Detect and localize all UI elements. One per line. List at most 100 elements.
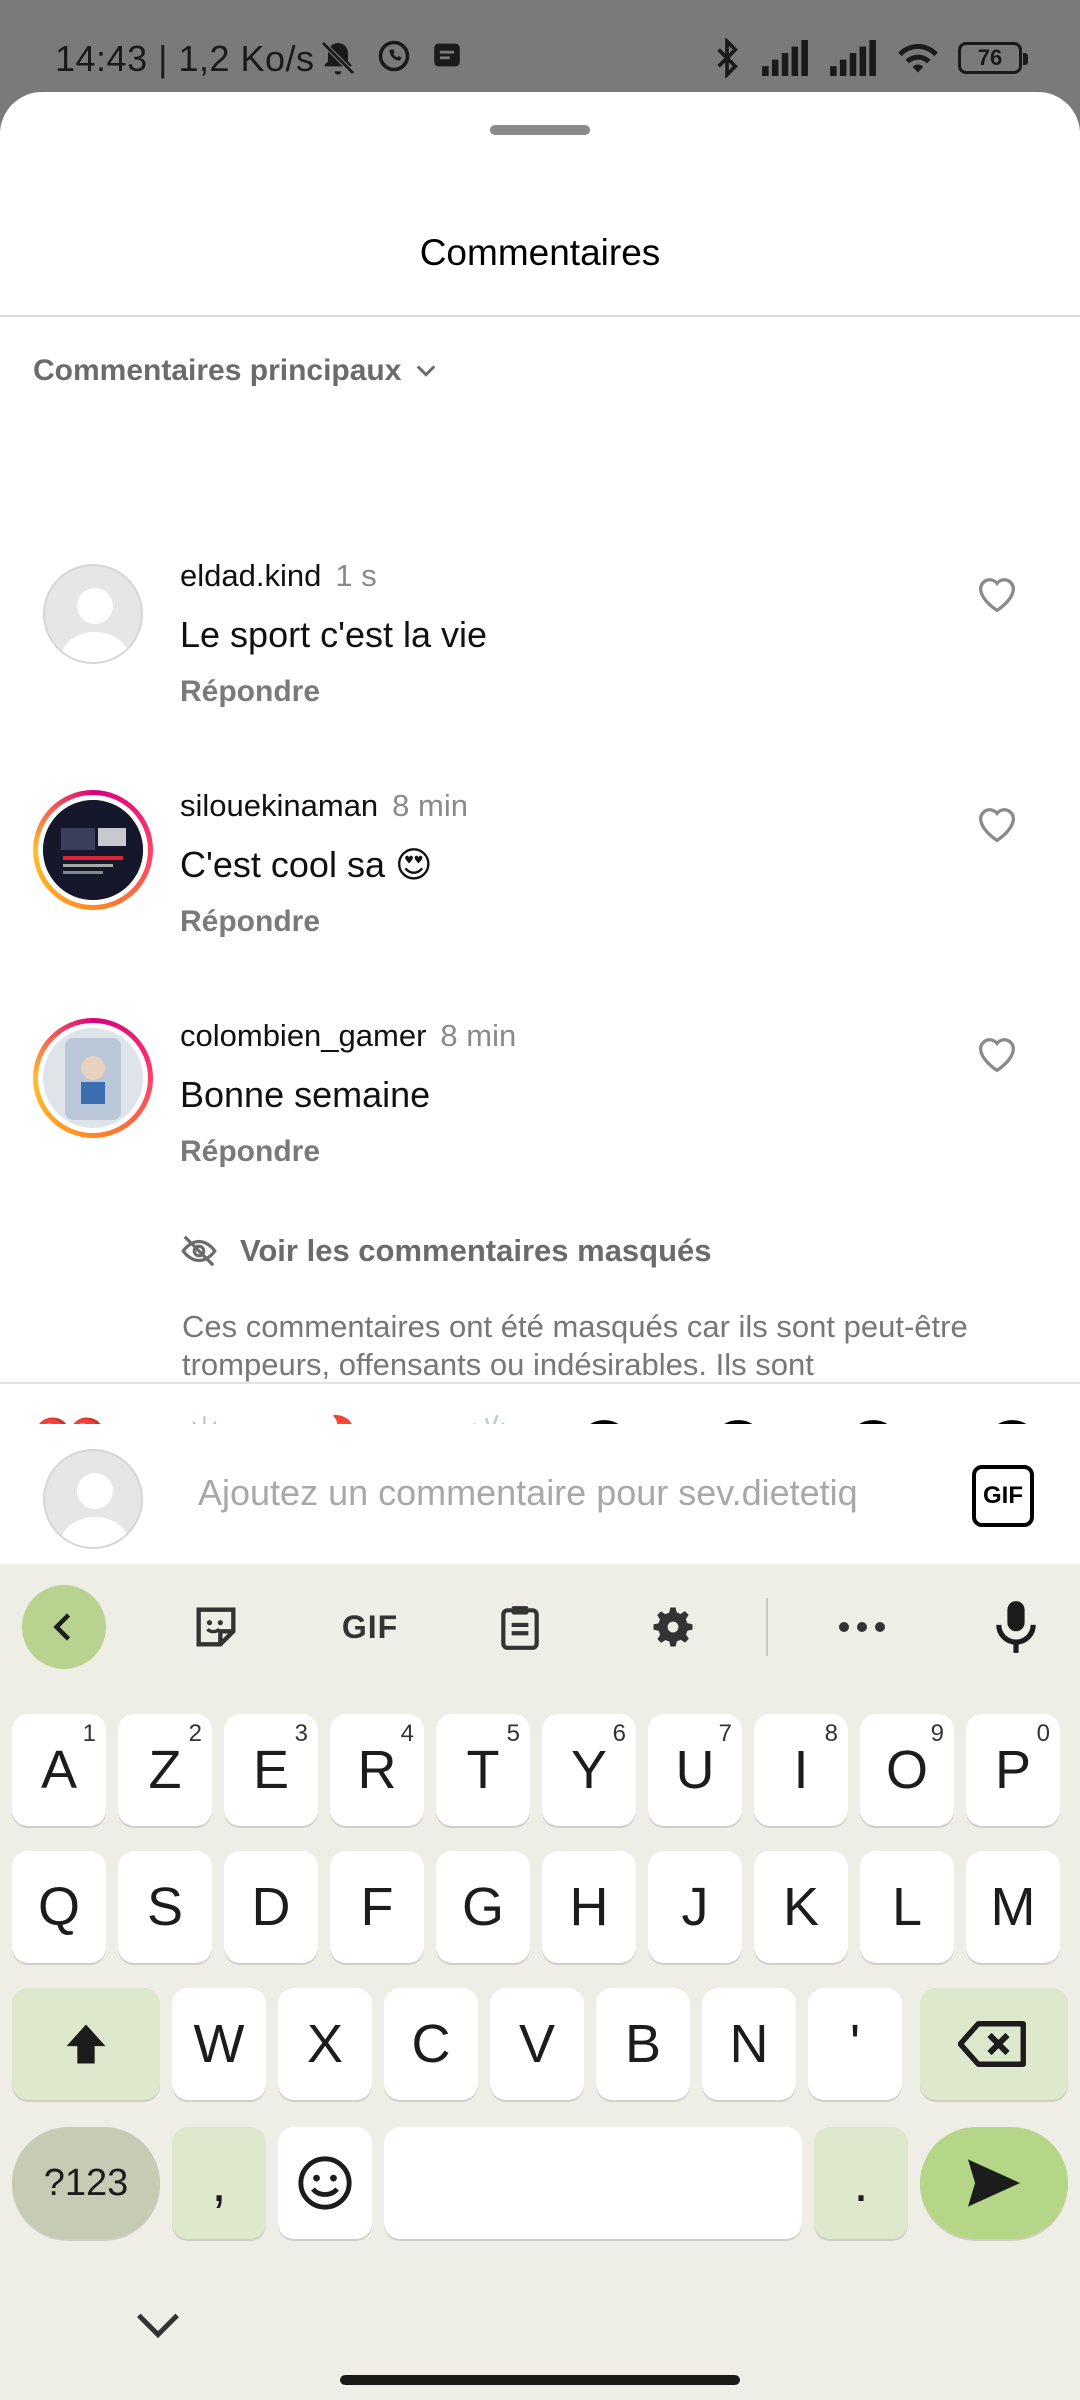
hide-keyboard-chevron-icon[interactable] [135,2310,181,2340]
key-e[interactable]: E3 [224,1714,318,1826]
avatar-image [43,800,143,900]
gear-icon [653,1607,693,1647]
avatar-image [43,1028,143,1128]
voice-input-button[interactable] [986,1594,1046,1660]
hidden-comments-label: Voir les commentaires masqués [240,1233,712,1268]
sort-dropdown[interactable]: Commentaires principaux [33,354,437,388]
sticker-button[interactable] [186,1594,246,1660]
comment-username[interactable]: eldad.kind [180,558,321,593]
key-k[interactable]: K [754,1851,848,1963]
key-m[interactable]: M [966,1851,1060,1963]
status-bar: 14:43 | 1,2 Ko/s 76 [0,0,1080,100]
clipboard-button[interactable] [490,1594,550,1660]
emoji-key[interactable] [278,2127,372,2239]
comment-time: 1 s [335,558,377,593]
eye-off-icon [181,1235,217,1267]
sheet-drag-handle[interactable] [490,125,590,135]
key-t[interactable]: T5 [436,1714,530,1826]
divider [0,315,1080,317]
avatar[interactable] [33,1018,153,1138]
key-z[interactable]: Z2 [118,1714,212,1826]
keyboard-toolbar: GIF [0,1564,1080,1690]
comments-sheet: Commentaires Commentaires principaux eld… [0,92,1080,1562]
hidden-comments-description: Ces commentaires ont été masqués car ils… [182,1309,968,1382]
key-apostrophe[interactable]: ' [808,1988,902,2100]
key-d[interactable]: D [224,1851,318,1963]
send-key[interactable] [920,2127,1068,2239]
key-q[interactable]: Q [12,1851,106,1963]
more-options-button[interactable] [832,1594,892,1660]
key-p[interactable]: P0 [966,1714,1060,1826]
period-key[interactable]: . [814,2127,908,2239]
comment-time: 8 min [440,1018,517,1053]
key-o[interactable]: O9 [860,1714,954,1826]
comment-username[interactable]: silouekinaman [180,788,378,823]
sheet-title: Commentaires [419,232,661,273]
comment-username-line[interactable]: eldad.kind 1 s [180,558,377,594]
key-i[interactable]: I8 [754,1714,848,1826]
key-n[interactable]: N [702,1988,796,2100]
view-hidden-comments-button[interactable]: Voir les commentaires masqués [180,1232,712,1270]
whatsapp-icon [378,40,410,72]
key-w[interactable]: W [172,1988,266,2100]
comment-text: Bonne semaine [180,1074,431,1115]
space-key[interactable] [384,2127,802,2239]
wifi-icon [898,43,938,73]
key-u[interactable]: U7 [648,1714,742,1826]
shift-key[interactable] [12,1988,160,2100]
key-g[interactable]: G [436,1851,530,1963]
chevron-left-icon [53,1613,71,1641]
gif-button[interactable]: GIF [972,1465,1034,1527]
backspace-key[interactable] [920,1988,1068,2100]
comment-item: colombien_gamer 8 min Bonne semaine Répon… [0,922,1080,1168]
comment-username-line[interactable]: silouekinaman 8 min [180,788,468,824]
battery-icon: 76 [958,42,1028,74]
key-c[interactable]: C [384,1988,478,2100]
comment-composer: Ajoutez un commentaire pour sev.dietetiq… [0,1424,1080,1564]
key-h[interactable]: H [542,1851,636,1963]
heart-icon[interactable] [975,804,1019,844]
comment-time: 8 min [392,788,468,823]
key-x[interactable]: X [278,1988,372,2100]
heart-icon[interactable] [975,1034,1019,1074]
home-indicator[interactable] [340,2375,740,2385]
avatar[interactable] [43,564,143,664]
default-avatar-icon [61,588,129,662]
bluetooth-icon [717,38,738,78]
comment-item: eldad.kind 1 s Le sport c'est la vie Répo… [0,462,1080,708]
backspace-icon [958,2021,1026,2067]
symbols-key[interactable]: ?123 [12,2127,160,2239]
key-l[interactable]: L [860,1851,954,1963]
default-avatar-icon [61,1473,129,1547]
key-j[interactable]: J [648,1851,742,1963]
comment-username[interactable]: colombien_gamer [180,1018,426,1053]
comment-text: C'est cool sa 😍 [180,844,433,885]
mute-notification-icon [321,41,355,75]
keyboard-back-button[interactable] [22,1585,106,1669]
reply-button[interactable]: Répondre [180,1135,320,1169]
key-s[interactable]: S [118,1851,212,1963]
key-f[interactable]: F [330,1851,424,1963]
sticker-icon [196,1607,236,1647]
status-time: 14:43 | 1,2 Ko/s [55,38,315,79]
key-y[interactable]: Y6 [542,1714,636,1826]
keyboard-gif-button[interactable]: GIF [332,1594,408,1660]
key-b[interactable]: B [596,1988,690,2100]
message-icon [434,43,460,67]
chevron-down-icon [417,365,436,377]
comment-input[interactable]: Ajoutez un commentaire pour sev.dietetiq [198,1472,928,1514]
key-r[interactable]: R4 [330,1714,424,1826]
shift-icon [66,2024,106,2064]
smiley-icon [298,2156,352,2210]
heart-icon[interactable] [975,574,1019,614]
comment-item: silouekinaman 8 min C'est cool sa 😍 Répon… [0,692,1080,938]
avatar[interactable] [33,790,153,910]
keyboard-settings-button[interactable] [643,1594,703,1660]
comma-key[interactable]: , [172,2127,266,2239]
key-a[interactable]: A1 [12,1714,106,1826]
signal-icon [762,40,808,76]
comment-username-line[interactable]: colombien_gamer 8 min [180,1018,516,1054]
sort-label: Commentaires principaux [33,354,402,387]
my-avatar [43,1449,143,1549]
key-v[interactable]: V [490,1988,584,2100]
